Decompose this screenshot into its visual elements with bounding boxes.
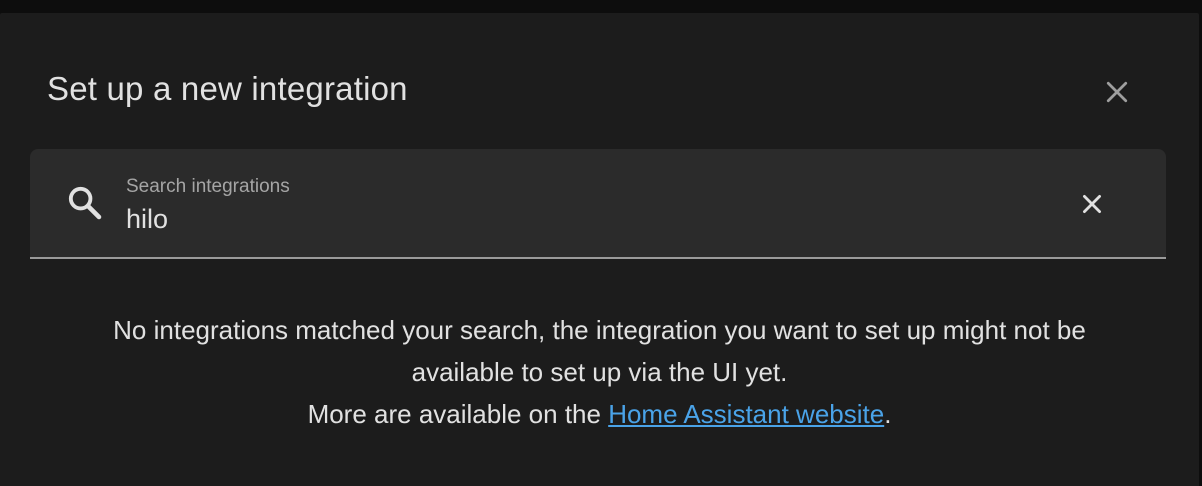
dialog-title: Set up a new integration bbox=[47, 70, 408, 107]
search-icon bbox=[68, 186, 102, 220]
search-input[interactable]: hilo bbox=[126, 203, 168, 235]
search-field[interactable]: Search integrations hilo bbox=[30, 149, 1166, 259]
message-line-3-prefix: More are available on the bbox=[307, 399, 609, 429]
close-icon bbox=[1106, 81, 1128, 103]
message-line-3: More are available on the Home Assistant… bbox=[0, 393, 1199, 435]
integration-dialog: Set up a new integration Search integrat… bbox=[0, 13, 1199, 486]
no-results-message: No integrations matched your search, the… bbox=[0, 309, 1199, 435]
home-assistant-website-link[interactable]: Home Assistant website bbox=[608, 399, 884, 429]
message-line-3-suffix: . bbox=[884, 399, 892, 429]
search-label: Search integrations bbox=[126, 176, 290, 197]
dialog-close-button[interactable] bbox=[1096, 71, 1138, 113]
clear-icon bbox=[1083, 195, 1101, 213]
clear-search-button[interactable] bbox=[1070, 182, 1114, 226]
message-line-1: No integrations matched your search, the… bbox=[113, 315, 1086, 345]
message-line-2: available to set up via the UI yet. bbox=[411, 357, 788, 387]
